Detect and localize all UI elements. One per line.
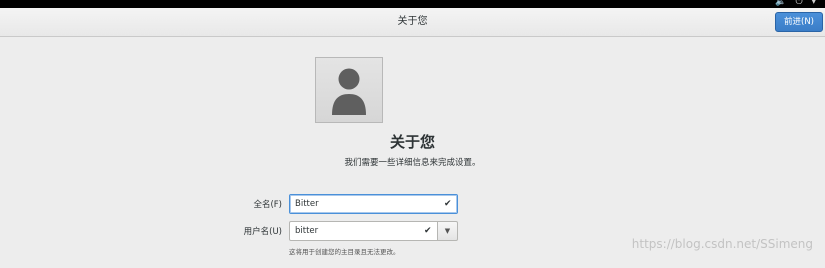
header-bar: 关于您 前进(N) bbox=[0, 8, 825, 37]
username-dropdown-button[interactable]: ▼ bbox=[437, 221, 458, 241]
next-button[interactable]: 前进(N) bbox=[775, 12, 823, 32]
user-avatar[interactable] bbox=[315, 57, 383, 123]
page-subtitle: 我们需要一些详细信息来完成设置。 bbox=[344, 158, 481, 168]
header-title: 关于您 bbox=[397, 16, 428, 27]
system-top-bar: 🔈 ⏻ ▾ bbox=[0, 0, 825, 8]
full-name-label: 全名(F) bbox=[253, 200, 282, 210]
username-input[interactable]: bitter bbox=[289, 221, 438, 241]
full-name-valid-check-icon: ✔ bbox=[444, 199, 452, 209]
username-hint: 这将用于创建您的主目录且无法更改。 bbox=[289, 248, 400, 256]
full-name-input[interactable]: Bitter bbox=[289, 194, 458, 214]
user-silhouette-icon bbox=[332, 68, 366, 115]
page-title: 关于您 bbox=[389, 133, 435, 151]
watermark: https://blog.csdn.net/SSimeng bbox=[631, 237, 813, 251]
username-label: 用户名(U) bbox=[243, 227, 282, 237]
system-indicators[interactable]: 🔈 ⏻ ▾ bbox=[775, 0, 819, 8]
chevron-down-icon: ▼ bbox=[444, 227, 451, 235]
username-valid-check-icon: ✔ bbox=[424, 226, 432, 236]
